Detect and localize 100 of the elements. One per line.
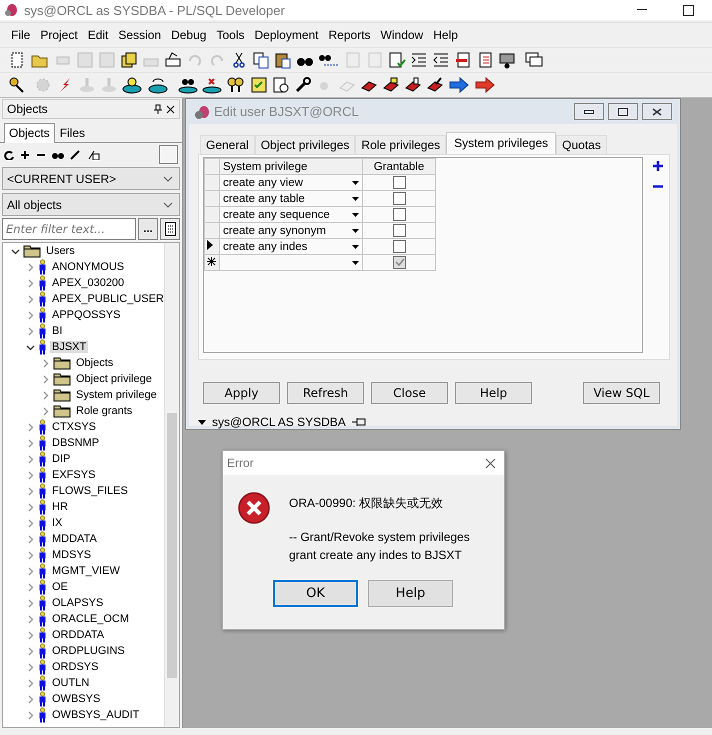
tree-item[interactable]: EXFSYS <box>50 469 98 481</box>
tree-item[interactable]: OWBSYS_AUDIT <box>50 709 142 721</box>
column-header[interactable]: System privilege <box>220 158 362 175</box>
menu-item[interactable]: File <box>6 26 36 44</box>
dialog-tab[interactable]: Role privileges <box>355 135 446 154</box>
grantable-checkbox[interactable] <box>392 224 406 238</box>
dropdown-arrow-icon[interactable] <box>352 180 359 185</box>
remove-icon[interactable] <box>653 185 663 188</box>
dialog-button[interactable]: Help <box>368 580 453 607</box>
tree-item[interactable]: BI <box>50 325 64 337</box>
tree-item[interactable]: ORDPLUGINS <box>50 645 127 657</box>
database-x-icon[interactable] <box>202 76 222 94</box>
tree-item[interactable]: MDSYS <box>50 549 94 561</box>
dialog-tab[interactable]: General <box>200 135 255 154</box>
dialog-tab[interactable]: Quotas <box>556 135 607 154</box>
tree-item[interactable]: HR <box>50 501 70 513</box>
stacked-disks-icon[interactable] <box>120 51 138 69</box>
dropdown-arrow-icon[interactable] <box>198 420 206 424</box>
dialog-tab[interactable]: System privileges <box>446 132 556 154</box>
refresh-icon[interactable] <box>4 150 14 160</box>
indent-icon[interactable] <box>410 51 428 69</box>
tree-item[interactable]: OWBSYS <box>50 693 102 705</box>
panel-tab[interactable]: Objects <box>4 123 55 143</box>
tree-item[interactable]: IX <box>50 517 64 529</box>
tree-item[interactable]: APEX_PUBLIC_USER <box>50 293 166 305</box>
database-bulb-icon[interactable] <box>122 76 144 94</box>
tree-item[interactable]: CTXSYS <box>50 421 98 433</box>
grantable-checkbox[interactable] <box>392 240 406 254</box>
dropdown-arrow-icon[interactable] <box>352 228 359 233</box>
tree-item[interactable]: DBSNMP <box>50 437 102 449</box>
tree-item[interactable]: Object privilege <box>74 373 154 385</box>
tree-item[interactable]: APPQOSSYS <box>50 309 122 321</box>
column-header[interactable]: Grantable <box>362 158 436 175</box>
lock-icon[interactable] <box>88 150 100 160</box>
dialog-button[interactable]: Help <box>455 382 532 404</box>
tree-item[interactable]: System privilege <box>74 389 159 401</box>
wrench-icon[interactable] <box>294 76 312 94</box>
pin-icon[interactable] <box>154 104 162 114</box>
tree-item[interactable]: MGMT_VIEW <box>50 565 122 577</box>
menu-item[interactable]: Window <box>376 26 428 44</box>
dialog-button[interactable]: OK <box>273 580 358 607</box>
menu-item[interactable]: Debug <box>166 26 212 44</box>
grantable-checkbox[interactable] <box>392 176 406 190</box>
tree-item[interactable]: Role grants <box>74 405 134 417</box>
add-icon[interactable] <box>653 161 663 172</box>
menu-item[interactable]: Session <box>113 26 166 44</box>
dialog-tab[interactable]: Object privileges <box>254 135 356 154</box>
wrench-icon[interactable] <box>70 150 82 160</box>
tree-item[interactable]: OUTLN <box>50 677 92 689</box>
menu-item[interactable]: Deployment <box>249 26 324 44</box>
arrow-right-icon[interactable] <box>448 76 470 94</box>
tree-item[interactable]: ORACLE_OCM <box>50 613 132 625</box>
tree-item[interactable]: FLOWS_FILES <box>50 485 130 497</box>
filter-field[interactable]: Enter filter text... <box>2 218 136 240</box>
grantable-checkbox[interactable] <box>392 192 406 206</box>
dropdown-arrow-icon[interactable] <box>352 212 359 217</box>
menu-item[interactable]: Project <box>35 26 83 44</box>
close-icon[interactable] <box>485 458 496 468</box>
binoculars-database-icon[interactable] <box>178 76 198 94</box>
menu-item[interactable]: Edit <box>82 26 114 44</box>
dialog-button[interactable]: Apply <box>203 382 280 404</box>
dialog-button[interactable]: Close <box>371 382 448 404</box>
chevron-down-icon[interactable] <box>163 202 173 208</box>
checked-document-icon[interactable] <box>388 51 406 69</box>
dialog-button[interactable]: View SQL <box>583 382 660 404</box>
panel-tab[interactable]: Files <box>54 123 90 142</box>
tree-item[interactable]: APEX_030200 <box>50 277 126 289</box>
tree-item[interactable]: Objects <box>74 357 116 369</box>
minimize-button[interactable] <box>574 103 604 120</box>
tree-item[interactable]: BJSXT <box>50 341 88 353</box>
dropdown-arrow-icon[interactable] <box>352 244 359 249</box>
plus-icon[interactable] <box>20 150 30 160</box>
grantable-checkbox[interactable] <box>392 256 406 270</box>
menu-item[interactable]: Tools <box>211 26 250 44</box>
copy-icon[interactable] <box>252 51 270 69</box>
owner-dropdown[interactable]: <CURRENT USER> <box>2 167 180 190</box>
restore-button[interactable] <box>608 103 638 120</box>
tree-item[interactable]: Users <box>44 245 77 257</box>
toggle-button[interactable] <box>159 145 178 164</box>
arrow-right-icon[interactable] <box>474 76 496 94</box>
grantable-checkbox[interactable] <box>392 208 406 222</box>
maximize-icon[interactable] <box>682 4 694 16</box>
paste-icon[interactable] <box>274 51 292 69</box>
filter-options-button[interactable]: ... <box>138 218 158 240</box>
tree-item[interactable]: ORDDATA <box>50 629 106 641</box>
dialog-button[interactable]: Refresh <box>287 382 364 404</box>
tree-item[interactable]: OLAPSYS <box>50 597 106 609</box>
chevron-down-icon[interactable] <box>163 176 173 182</box>
filter-document-button[interactable] <box>160 218 180 240</box>
scrollbar-thumb[interactable] <box>167 413 177 678</box>
outdent-icon[interactable] <box>432 51 450 69</box>
dropdown-arrow-icon[interactable] <box>352 260 359 265</box>
tree-item[interactable]: DIP <box>50 453 72 465</box>
dropdown-arrow-icon[interactable] <box>352 196 359 201</box>
tree-item[interactable]: ORDSYS <box>50 661 100 673</box>
tree-item[interactable]: OE <box>50 581 70 593</box>
document-icon[interactable] <box>454 51 472 69</box>
pin-icon[interactable] <box>352 417 366 427</box>
keys-icon[interactable] <box>226 76 246 94</box>
menu-item[interactable]: Help <box>428 26 463 44</box>
